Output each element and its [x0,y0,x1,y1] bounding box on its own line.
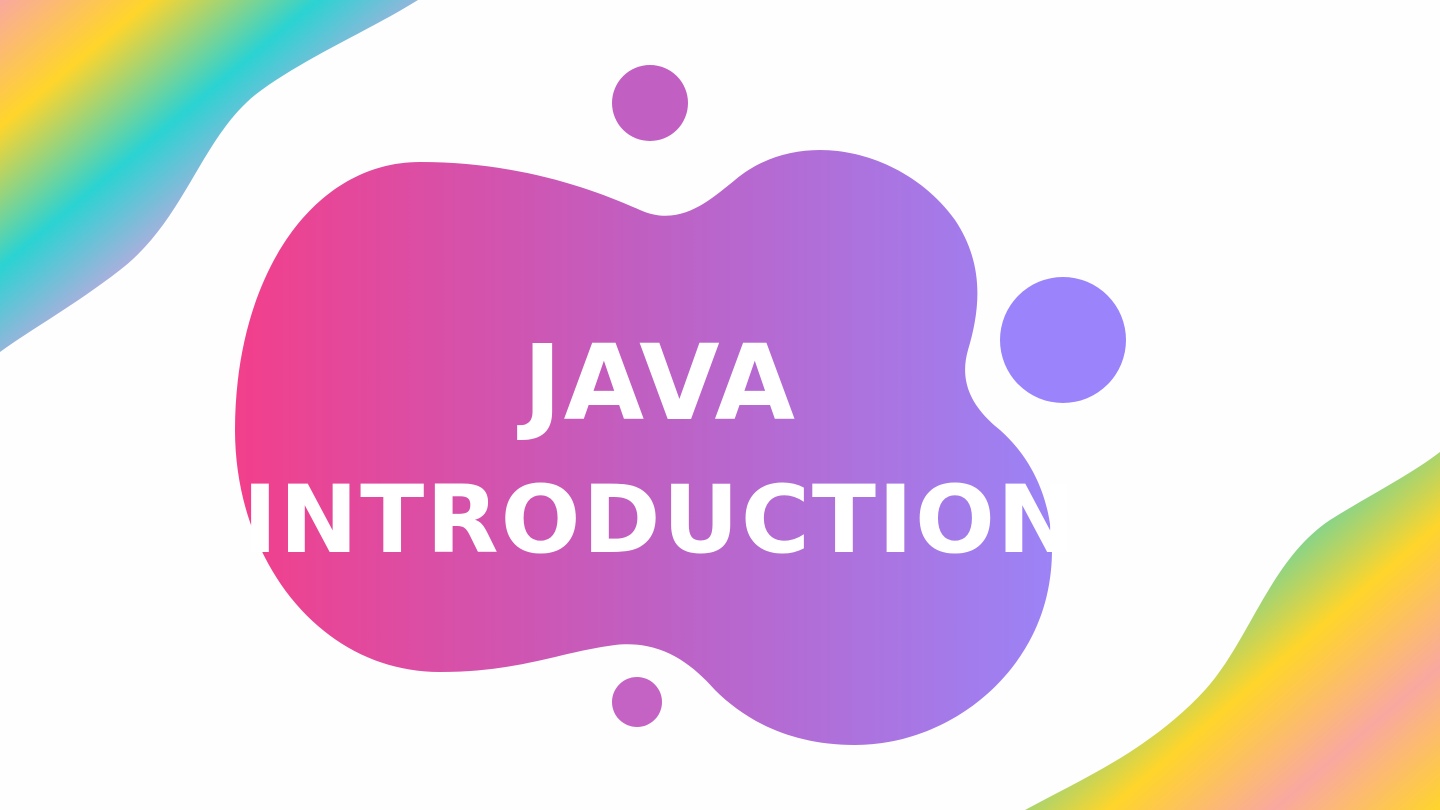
gradient-blob [235,150,1052,745]
dot-top [612,65,688,141]
dot-bottom [612,677,662,727]
slide-title-line-2: INTRODUCTION [242,466,1078,575]
slide-title-line-1: JAVA [522,322,798,444]
slide-canvas: JAVA INTRODUCTION [0,0,1440,810]
